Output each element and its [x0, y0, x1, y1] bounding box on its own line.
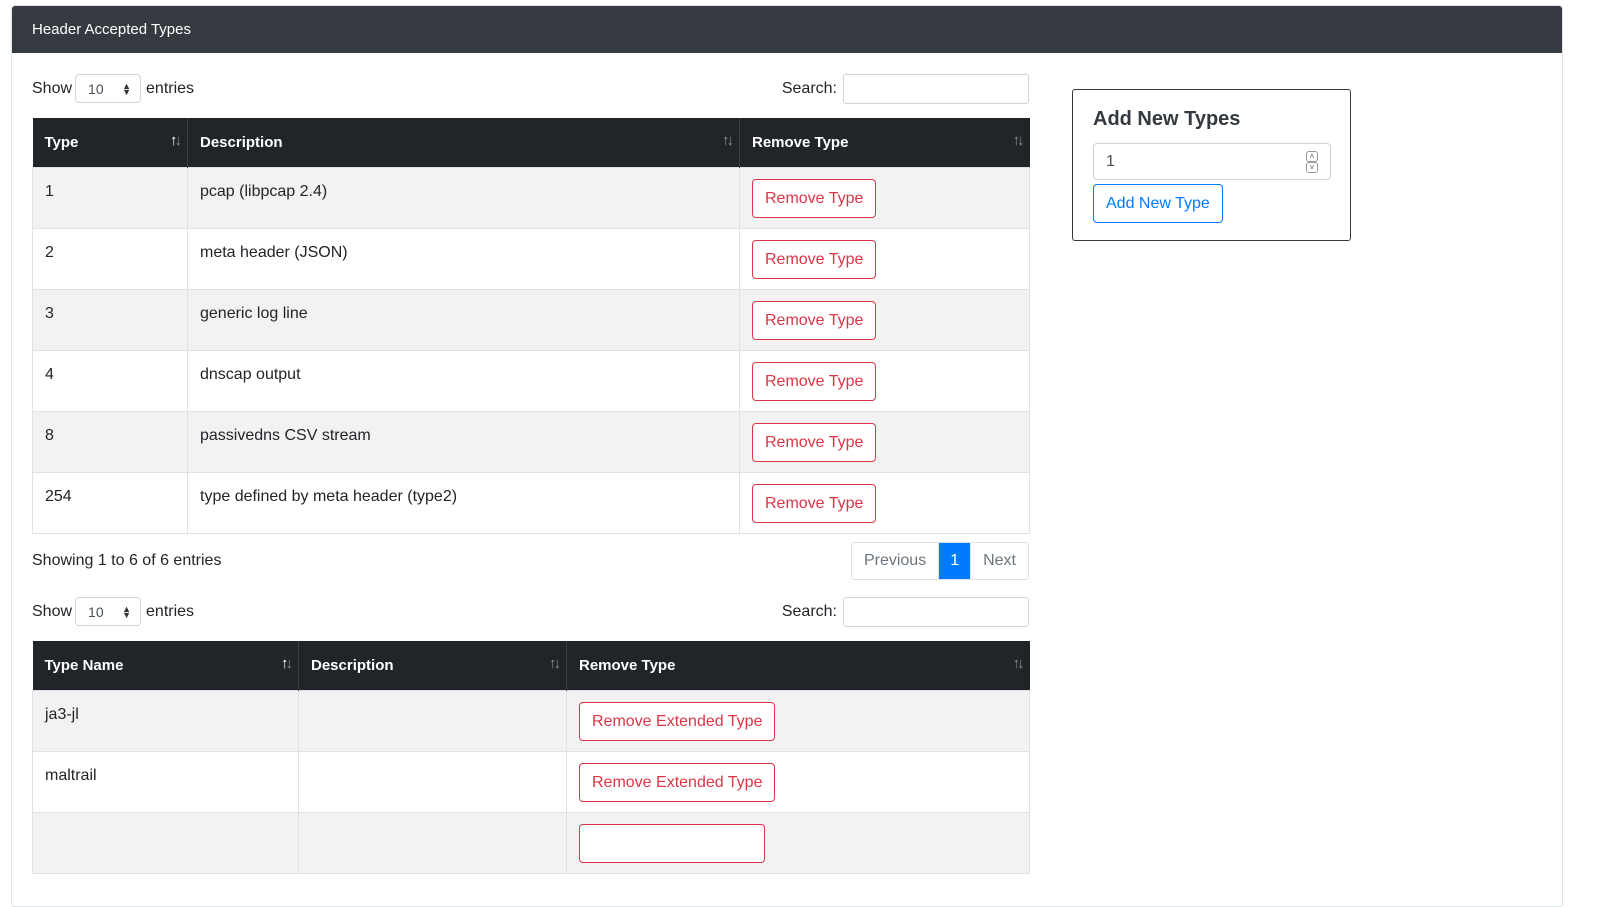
description-cell — [298, 750, 567, 813]
table-row: 1 pcap (libpcap 2.4) Remove Type — [32, 166, 1030, 229]
column-header-description[interactable]: Description ↑↓ — [187, 118, 740, 167]
remove-type-button[interactable]: Remove Type — [752, 422, 877, 462]
type-number-value: 1 — [1106, 152, 1115, 170]
types-table-block: Show 10 ▲ ▼ entries Search: Type ↑↓ Descri… — [32, 73, 1030, 580]
type-cell: 3 — [32, 288, 188, 351]
description-cell — [298, 689, 567, 752]
type-cell: 1 — [32, 166, 188, 229]
table-row: 3 generic log line Remove Type — [32, 288, 1030, 351]
type-name-cell: ja3-jl — [32, 689, 299, 752]
table2-controls: Show 10 ▲ ▼ entries Search: — [32, 596, 1029, 627]
description-cell: pcap (libpcap 2.4) — [187, 166, 740, 229]
sort-icon: ↑↓ — [1012, 132, 1025, 149]
add-panel-title: Add New Types — [1093, 108, 1241, 130]
table-row: maltrail Remove Extended Type — [32, 750, 1030, 813]
table1-footer: Showing 1 to 6 of 6 entries Previous 1 N… — [32, 541, 1029, 580]
remove-extended-type-button[interactable]: Remove Extended Type — [579, 762, 776, 802]
search-label: Search: — [781, 79, 837, 97]
type-cell: 8 — [32, 410, 188, 473]
table2-search: Search: — [781, 596, 1029, 627]
number-spinner-icon[interactable]: ˄ ˅ — [1306, 150, 1318, 173]
remove-type-button[interactable]: Remove Type — [752, 361, 877, 401]
pagination-page-1[interactable]: 1 — [939, 542, 971, 579]
column-header-type-name[interactable]: Type Name ↑↓ — [32, 641, 299, 690]
entries-label: entries — [146, 79, 195, 97]
description-cell: type defined by meta header (type2) — [187, 471, 740, 534]
table-row — [32, 811, 1030, 874]
table-row: 8 passivedns CSV stream Remove Type — [32, 410, 1030, 473]
remove-extended-type-button-partial[interactable] — [579, 823, 765, 863]
table2-header-row: Type Name ↑↓ Description ↑↓ Remove Type ↑↓ — [32, 641, 1030, 690]
remove-type-button[interactable]: Remove Type — [752, 300, 877, 340]
table2-page-length-select[interactable]: 10 ▲ ▼ — [75, 597, 142, 626]
type-number-input[interactable]: 1 ˄ ˅ — [1093, 143, 1331, 180]
pagination-previous[interactable]: Previous — [852, 542, 940, 579]
table-row: ja3-jl Remove Extended Type — [32, 689, 1030, 752]
description-cell: meta header (JSON) — [187, 227, 740, 290]
sort-icon: ↑↓ — [549, 655, 561, 672]
table1-controls: Show 10 ▲ ▼ entries Search: — [32, 73, 1029, 104]
table-row: 254 type defined by meta header (type2) … — [32, 471, 1030, 534]
column-header-description[interactable]: Description ↑↓ — [298, 641, 567, 690]
sort-icon: ↑↓ — [722, 132, 734, 149]
table-row: 4 dnscap output Remove Type — [32, 349, 1030, 412]
table1-page-length-select[interactable]: 10 ▲ ▼ — [75, 74, 142, 103]
show-label: Show — [32, 602, 73, 620]
column-header-remove[interactable]: Remove Type ↑↓ — [739, 118, 1030, 167]
entries-label: entries — [146, 602, 195, 620]
extended-types-table-block: Show 10 ▲ ▼ entries Search: Type Name ↑↓ D… — [32, 596, 1030, 874]
table1-pagination: Previous 1 Next — [850, 541, 1029, 580]
table1-info: Showing 1 to 6 of 6 entries — [32, 551, 222, 569]
sort-icon: ↑↓ — [1012, 655, 1025, 672]
remove-type-button[interactable]: Remove Type — [752, 483, 877, 523]
type-name-cell — [32, 811, 299, 874]
type-cell: 254 — [32, 471, 188, 534]
select-arrows-icon: ▲ ▼ — [122, 80, 132, 97]
remove-type-button[interactable]: Remove Type — [752, 178, 877, 218]
sort-icon: ↑↓ — [170, 132, 182, 149]
description-cell: dnscap output — [187, 349, 740, 412]
table1-search: Search: — [781, 73, 1029, 104]
extended-types-table: Type Name ↑↓ Description ↑↓ Remove Type ↑↓ … — [32, 641, 1030, 874]
type-name-cell: maltrail — [32, 750, 299, 813]
column-header-type[interactable]: Type ↑↓ — [32, 118, 188, 167]
pagination-next[interactable]: Next — [970, 542, 1028, 579]
table1-header-row: Type ↑↓ Description ↑↓ Remove Type ↑↓ — [32, 118, 1030, 167]
remove-extended-type-button[interactable]: Remove Extended Type — [579, 701, 776, 741]
column-header-remove[interactable]: Remove Type ↑↓ — [566, 641, 1030, 690]
table-row: 2 meta header (JSON) Remove Type — [32, 227, 1030, 290]
table1-length: Show 10 ▲ ▼ entries — [32, 74, 194, 103]
description-cell — [298, 811, 567, 874]
card-title: Header Accepted Types — [32, 21, 191, 38]
select-arrows-icon: ▲ ▼ — [122, 603, 132, 620]
description-cell: passivedns CSV stream — [187, 410, 740, 473]
table2-search-input[interactable] — [843, 596, 1029, 627]
page-length-value: 10 — [88, 80, 104, 97]
type-cell: 4 — [32, 349, 188, 412]
header-types-card: Header Accepted Types Show 10 ▲ ▼ entries… — [11, 5, 1563, 907]
type-cell: 2 — [32, 227, 188, 290]
sort-icon: ↑↓ — [281, 655, 293, 672]
types-table: Type ↑↓ Description ↑↓ Remove Type ↑↓ 1 pca… — [32, 118, 1030, 534]
page-length-value: 10 — [88, 603, 104, 620]
add-new-types-panel: Add New Types 1 ˄ ˅ Add New Type — [1072, 89, 1351, 241]
description-cell: generic log line — [187, 288, 740, 351]
remove-type-button[interactable]: Remove Type — [752, 239, 877, 279]
card-header: Header Accepted Types — [12, 6, 1562, 53]
search-label: Search: — [781, 602, 837, 620]
table2-length: Show 10 ▲ ▼ entries — [32, 597, 194, 626]
add-new-type-button[interactable]: Add New Type — [1093, 184, 1223, 223]
show-label: Show — [32, 79, 73, 97]
table1-search-input[interactable] — [843, 73, 1029, 104]
